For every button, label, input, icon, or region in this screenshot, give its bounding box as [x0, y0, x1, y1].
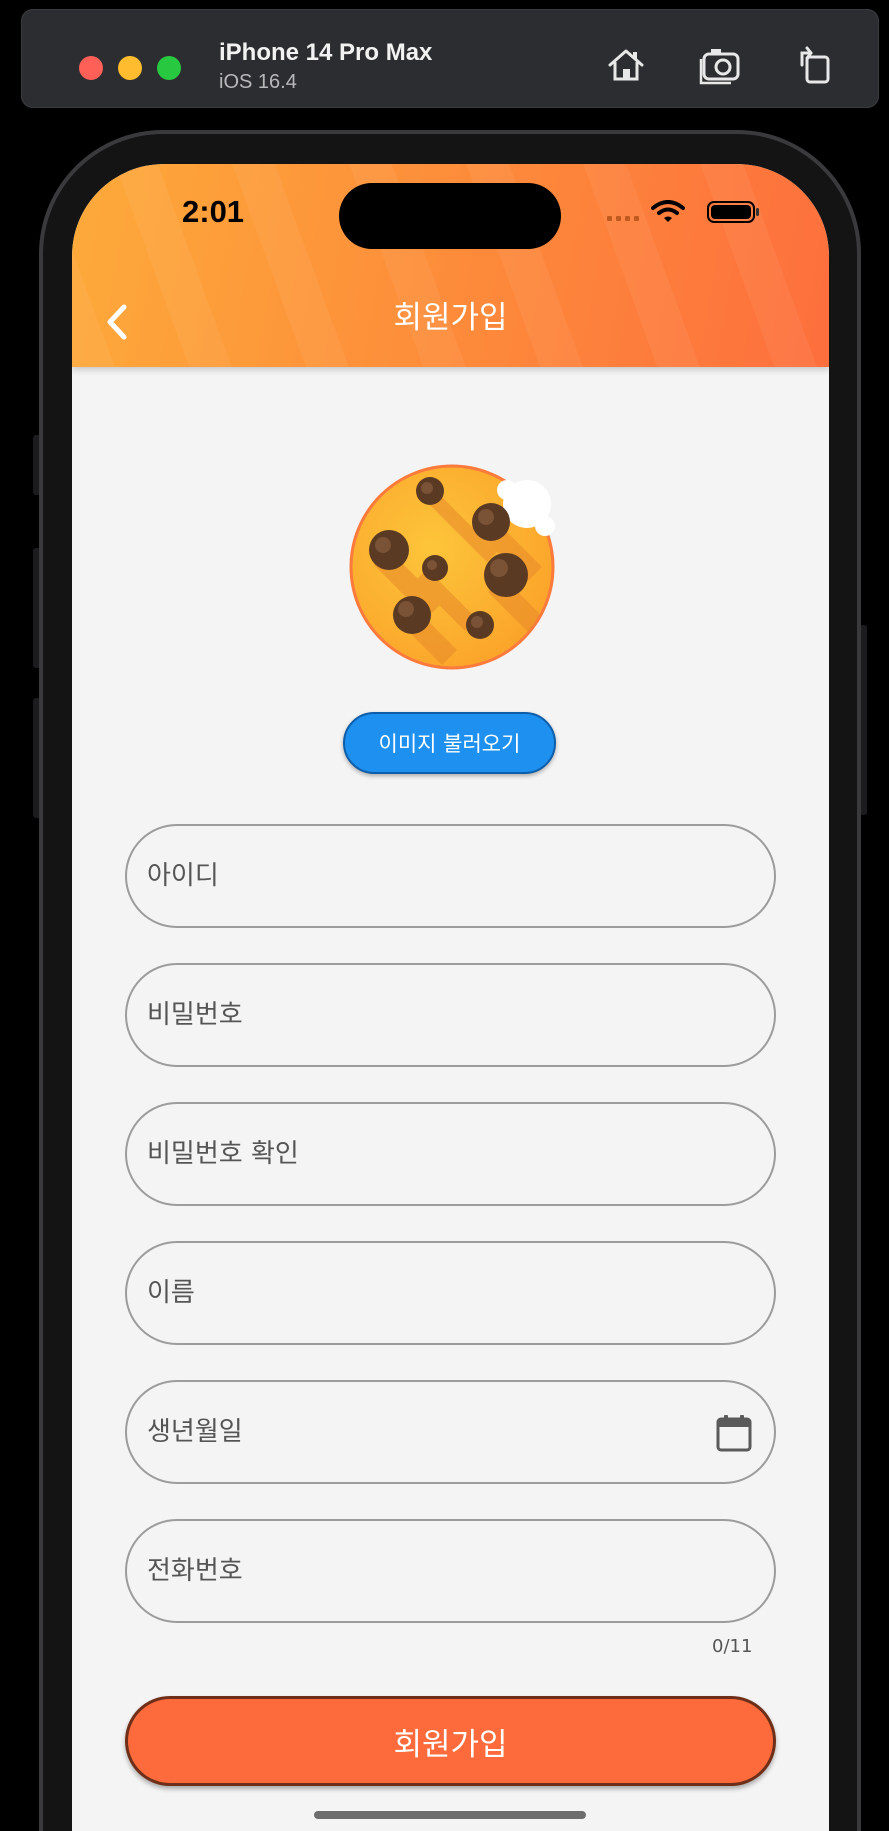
zoom-window-button[interactable] [157, 56, 181, 80]
wifi-icon [651, 200, 685, 222]
mute-switch [33, 435, 41, 495]
power-button [859, 625, 867, 815]
home-indicator [314, 1811, 586, 1819]
phone-char-counter: 0/11 [712, 1636, 753, 1657]
signup-submit-button[interactable]: 회원가입 [125, 1696, 776, 1786]
simulator-title-bar: iPhone 14 Pro Max iOS 16.4 [21, 9, 879, 108]
birthdate-field[interactable]: 생년월일 [125, 1380, 776, 1484]
load-image-button[interactable]: 이미지 불러오기 [343, 712, 556, 774]
password-confirm-placeholder: 비밀번호 확인 [147, 1139, 299, 1169]
status-time: 2:01 [182, 194, 245, 229]
volume-up-button [33, 548, 41, 668]
close-window-button[interactable] [79, 56, 103, 80]
app-screen: 2:01 회원가입 이미지 불러오기 아이디 비밀번호 비밀번호 확인 이름 생… [72, 164, 829, 1831]
app-bar: 2:01 회원가입 [72, 164, 829, 367]
page-title: 회원가입 [393, 300, 508, 336]
simulator-os-version: iOS 16.4 [219, 71, 297, 93]
status-icons [607, 200, 759, 223]
password-confirm-field[interactable]: 비밀번호 확인 [125, 1102, 776, 1206]
cookie-avatar[interactable] [347, 462, 557, 672]
id-field[interactable]: 아이디 [125, 824, 776, 928]
dynamic-island [339, 183, 561, 249]
volume-down-button [33, 698, 41, 818]
minimize-window-button[interactable] [118, 56, 142, 80]
calendar-icon[interactable] [716, 1414, 752, 1452]
rotate-icon[interactable] [793, 43, 837, 87]
name-placeholder: 이름 [147, 1278, 195, 1308]
screenshot-icon[interactable] [699, 43, 743, 87]
birthdate-placeholder: 생년월일 [147, 1417, 243, 1447]
signal-icon [607, 216, 639, 221]
battery-icon [707, 201, 759, 223]
simulator-device-name: iPhone 14 Pro Max [219, 39, 433, 66]
password-placeholder: 비밀번호 [147, 1000, 243, 1030]
home-icon[interactable] [604, 43, 648, 87]
phone-placeholder: 전화번호 [147, 1556, 243, 1586]
password-field[interactable]: 비밀번호 [125, 963, 776, 1067]
id-placeholder: 아이디 [147, 861, 219, 891]
name-field[interactable]: 이름 [125, 1241, 776, 1345]
phone-field[interactable]: 전화번호 [125, 1519, 776, 1623]
